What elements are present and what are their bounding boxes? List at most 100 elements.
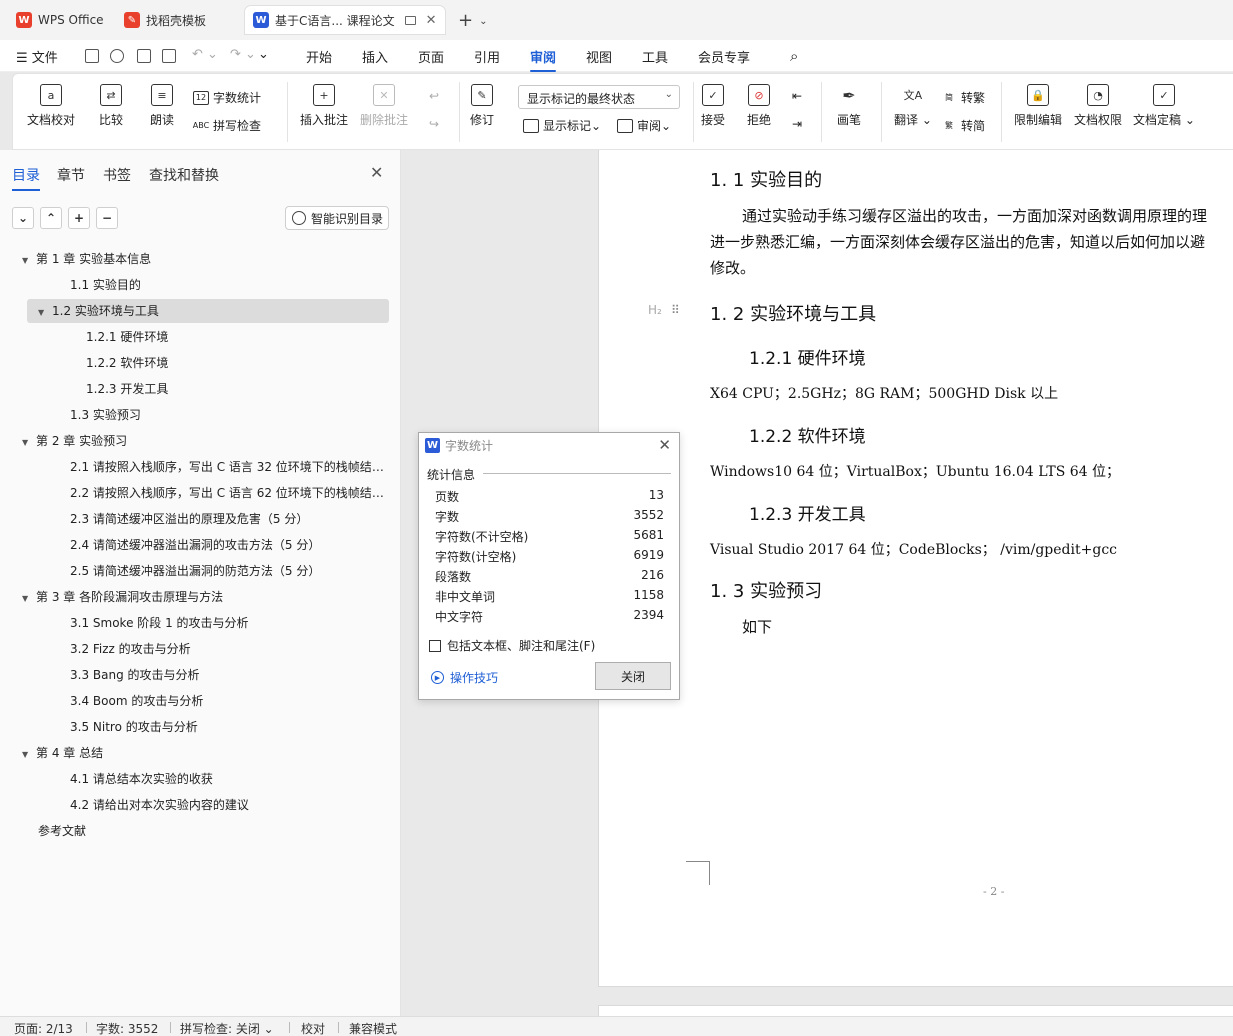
paragraph-line[interactable]: 进一步熟悉汇编，一方面深刻体会缓存区溢出的危害，知道以后如何加以避 bbox=[710, 231, 1205, 252]
share-icon[interactable] bbox=[110, 49, 124, 63]
close-tab-icon[interactable]: ✕ bbox=[426, 13, 437, 28]
to-simplified-button[interactable]: 繁 转简 bbox=[941, 117, 985, 134]
toc-item[interactable]: 3.5 Nitro 的攻击与分析 bbox=[70, 715, 394, 739]
dialog-title-bar[interactable]: W 字数统计 bbox=[419, 433, 679, 457]
toc-item[interactable]: 2.1 请按照入栈顺序，写出 C 语言 32 位环境下的栈帧结构（5 分） bbox=[70, 455, 394, 479]
toc-item[interactable]: 4.2 请给出对本次实验内容的建议 bbox=[70, 793, 394, 817]
toc-item[interactable]: 3.4 Boom 的攻击与分析 bbox=[70, 689, 394, 713]
insert-comment-button[interactable]: + 插入批注 bbox=[300, 84, 348, 128]
spell-check-button[interactable]: ABC 拼写检查 bbox=[193, 117, 261, 134]
menu-tools[interactable]: 工具 bbox=[642, 47, 668, 66]
status-spell[interactable]: 拼写检查: 关闭 ⌄ bbox=[180, 1020, 274, 1036]
nav-tab-chapters[interactable]: 章节 bbox=[57, 165, 85, 185]
compare-button[interactable]: ⇄ 比较 bbox=[99, 84, 123, 128]
menu-review[interactable]: 审阅 bbox=[530, 47, 557, 72]
print-preview-icon[interactable] bbox=[162, 49, 176, 63]
close-icon[interactable]: ✕ bbox=[658, 436, 671, 454]
toc-item[interactable]: 1.1 实验目的 bbox=[70, 273, 394, 297]
prev-change-icon[interactable]: ⇤ bbox=[792, 89, 802, 103]
accept-button[interactable]: ✓ 接受 bbox=[701, 84, 725, 128]
status-words[interactable]: 字数: 3552 bbox=[96, 1020, 158, 1036]
window-mode-icon[interactable] bbox=[404, 15, 416, 25]
toc-item[interactable]: 4.1 请总结本次实验的收获 bbox=[70, 767, 394, 791]
expand-triangle-icon[interactable]: ▼ bbox=[22, 587, 32, 609]
remove-heading-button[interactable]: − bbox=[96, 207, 118, 229]
heading-1-2-1[interactable]: 1.2.1 硬件环境 bbox=[749, 344, 866, 369]
heading-1-1[interactable]: 1. 1 实验目的 bbox=[710, 166, 822, 192]
read-aloud-button[interactable]: ≡ 朗读 bbox=[150, 84, 174, 128]
paragraph-line[interactable]: 如下 bbox=[742, 616, 772, 637]
heading-1-3[interactable]: 1. 3 实验预习 bbox=[710, 577, 822, 603]
finalize-button[interactable]: ✓ 文档定稿 ⌄ bbox=[1133, 84, 1195, 128]
drag-handle-icon[interactable]: ⠿ bbox=[671, 303, 680, 317]
close-button[interactable]: 关闭 bbox=[595, 662, 671, 690]
toc-item[interactable]: 参考文献 bbox=[38, 819, 394, 843]
close-icon[interactable]: ✕ bbox=[370, 163, 383, 182]
next-change-icon[interactable]: ⇥ bbox=[792, 117, 802, 131]
review-pane-button[interactable]: 审阅 ⌄ bbox=[617, 117, 671, 134]
toc-item[interactable]: 2.4 请简述缓冲器溢出漏洞的攻击方法（5 分） bbox=[70, 533, 394, 557]
expand-triangle-icon[interactable]: ▼ bbox=[22, 743, 32, 765]
prev-comment-icon[interactable]: ↩ bbox=[429, 89, 439, 103]
toc-item[interactable]: ▼ 1.2 实验环境与工具 bbox=[27, 299, 389, 323]
checkbox-icon[interactable] bbox=[429, 639, 441, 652]
reject-button[interactable]: ⊘ 拒绝 bbox=[747, 84, 771, 128]
expand-all-button[interactable]: ⌄ bbox=[12, 207, 34, 229]
permission-button[interactable]: ◔ 文档权限 bbox=[1074, 84, 1122, 128]
menu-insert[interactable]: 插入 bbox=[362, 47, 388, 66]
tools-line[interactable]: Visual Studio 2017 64 位；CodeBlocks； /vim… bbox=[710, 539, 1117, 559]
tab-docer-templates[interactable]: ✎ 找稻壳模板 bbox=[116, 6, 214, 34]
menu-start[interactable]: 开始 bbox=[306, 47, 332, 66]
software-line[interactable]: Windows10 64 位；VirtualBox；Ubuntu 16.04 L… bbox=[710, 461, 1120, 481]
status-proof[interactable]: 校对 bbox=[301, 1020, 325, 1036]
tab-document[interactable]: W 基于C语言... 课程论文 ✕ bbox=[245, 6, 445, 34]
tab-wps-office[interactable]: W WPS Office bbox=[8, 6, 112, 34]
toc-item[interactable]: ▼ 第 2 章 实验预习 bbox=[22, 429, 378, 453]
print-icon[interactable] bbox=[137, 49, 151, 63]
expand-triangle-icon[interactable]: ▼ bbox=[22, 249, 32, 271]
menu-reference[interactable]: 引用 bbox=[474, 47, 500, 66]
tips-link[interactable]: ▶ 操作技巧 bbox=[431, 669, 498, 686]
save-icon[interactable] bbox=[85, 49, 99, 63]
revise-button[interactable]: ✎ 修订 bbox=[470, 84, 494, 128]
menu-page[interactable]: 页面 bbox=[418, 47, 444, 66]
toc-item[interactable]: 1.2.1 硬件环境 bbox=[86, 325, 394, 349]
next-comment-icon[interactable]: ↪ bbox=[429, 117, 439, 131]
toc-item[interactable]: 3.1 Smoke 阶段 1 的攻击与分析 bbox=[70, 611, 394, 635]
paragraph-line[interactable]: 通过实验动手练习缓存区溢出的攻击，一方面加深对函数调用原理的理 bbox=[742, 205, 1207, 226]
to-traditional-button[interactable]: 简 转繁 bbox=[941, 89, 985, 106]
paragraph-line[interactable]: 修改。 bbox=[710, 257, 755, 278]
redo-icon[interactable]: ↷ ⌄ bbox=[230, 47, 256, 62]
toc-item[interactable]: 1.2.2 软件环境 bbox=[86, 351, 394, 375]
menu-view[interactable]: 视图 bbox=[586, 47, 612, 66]
search-icon[interactable]: ⌕ bbox=[790, 47, 798, 65]
expand-triangle-icon[interactable]: ▼ bbox=[22, 431, 32, 453]
chevron-down-icon[interactable]: ⌄ bbox=[479, 16, 487, 27]
collapse-all-button[interactable]: ⌃ bbox=[40, 207, 62, 229]
restrict-edit-button[interactable]: 🔒 限制编辑 bbox=[1014, 84, 1062, 128]
more-quick-icon[interactable]: ⌄ bbox=[258, 47, 269, 62]
word-count-button[interactable]: 12 字数统计 bbox=[193, 89, 261, 106]
ink-button[interactable]: ✒ 画笔 bbox=[837, 84, 861, 128]
toc-item[interactable]: 2.3 请简述缓冲区溢出的原理及危害（5 分） bbox=[70, 507, 394, 531]
new-tab-button[interactable]: + ⌄ bbox=[458, 10, 487, 31]
show-markup-button[interactable]: 显示标记 ⌄ bbox=[523, 117, 601, 134]
menu-member[interactable]: 会员专享 bbox=[698, 47, 750, 66]
toc-item[interactable]: 3.3 Bang 的攻击与分析 bbox=[70, 663, 394, 687]
add-heading-button[interactable]: + bbox=[68, 207, 90, 229]
nav-tab-toc[interactable]: 目录 bbox=[12, 165, 40, 191]
toc-item[interactable]: ▼ 第 4 章 总结 bbox=[22, 741, 378, 765]
nav-tab-bookmarks[interactable]: 书签 bbox=[103, 165, 131, 185]
markup-state-select[interactable]: 显示标记的最终状态 ⌄ bbox=[518, 85, 680, 109]
file-menu[interactable]: ☰ 文件 bbox=[16, 47, 58, 66]
heading-1-2-2[interactable]: 1.2.2 软件环境 bbox=[749, 422, 866, 447]
doc-check-button[interactable]: a 文档校对 bbox=[27, 84, 75, 128]
toc-item[interactable]: 2.2 请按照入栈顺序，写出 C 语言 62 位环境下的栈帧结构（5 分） bbox=[70, 481, 394, 505]
expand-triangle-icon[interactable]: ▼ bbox=[38, 301, 48, 323]
delete-comment-button[interactable]: ✕ 删除批注 bbox=[360, 84, 408, 128]
toc-item[interactable]: 2.5 请简述缓冲器溢出漏洞的防范方法（5 分） bbox=[70, 559, 394, 583]
toc-item[interactable]: ▼ 第 1 章 实验基本信息 bbox=[22, 247, 378, 271]
smart-toc-button[interactable]: 智能识别目录 bbox=[285, 206, 389, 230]
hardware-line[interactable]: X64 CPU；2.5GHz；8G RAM；500GHD Disk 以上 bbox=[710, 383, 1058, 403]
translate-button[interactable]: 文A 翻译 ⌄ bbox=[894, 84, 932, 128]
